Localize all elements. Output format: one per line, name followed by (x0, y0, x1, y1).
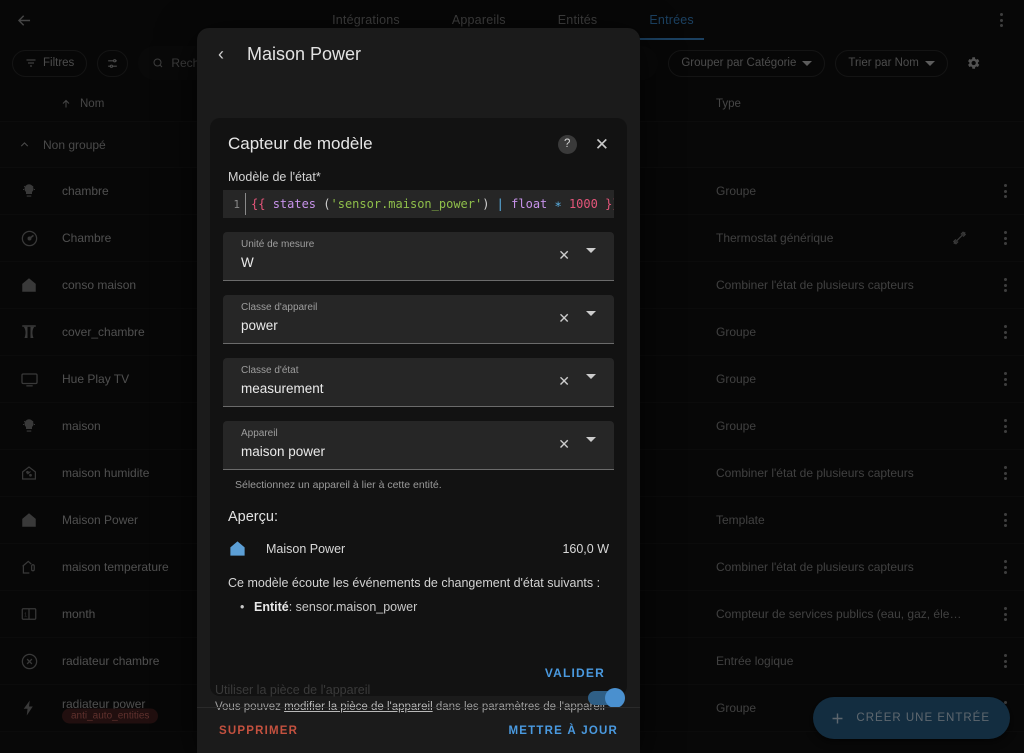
chevron-down-icon[interactable] (586, 311, 596, 334)
dialog-header: ‹ Maison Power (197, 28, 640, 80)
field-label: Unité de mesure (241, 239, 315, 250)
listen-entity-value: : sensor.maison_power (288, 600, 418, 614)
chevron-down-icon[interactable] (586, 437, 596, 460)
dialog-back-button[interactable]: ‹ (213, 45, 229, 63)
code-token: 'sensor.maison_power' (330, 197, 483, 211)
house-power-icon (228, 539, 254, 558)
code-line-number: 1 (223, 190, 245, 218)
device-field[interactable]: Appareil maison power ✕ (223, 421, 614, 470)
field-label: Classe d'état (241, 365, 299, 376)
use-device-room-label: Utiliser la pièce de l'appareil (215, 683, 371, 697)
field-value: measurement (241, 381, 324, 396)
field-value: W (241, 255, 254, 270)
field-label: Classe d'appareil (241, 302, 318, 313)
preview-entity-name: Maison Power (266, 541, 346, 556)
code-token: states (272, 197, 317, 211)
code-token: 1000 (568, 197, 598, 211)
app-root: Intégrations Appareils Entités Entrées F… (0, 0, 1024, 753)
code-token: float (511, 197, 548, 211)
update-button[interactable]: METTRE À JOUR (508, 725, 618, 737)
field-label: Appareil (241, 428, 278, 439)
code-token: {{ (251, 197, 266, 211)
code-token: }} (605, 197, 614, 211)
help-icon[interactable]: ? (557, 134, 577, 154)
unit-of-measurement-field[interactable]: Unité de mesure W ✕ (223, 232, 614, 281)
chevron-down-icon[interactable] (586, 248, 596, 271)
code-token: ( (316, 197, 331, 211)
field-value: maison power (241, 444, 326, 459)
state-class-field[interactable]: Classe d'état measurement ✕ (223, 358, 614, 407)
code-token: ∗ (547, 197, 569, 211)
code-token: | (489, 197, 512, 211)
chevron-down-icon[interactable] (586, 374, 596, 397)
delete-button[interactable]: SUPPRIMER (219, 725, 298, 737)
entity-settings-dialog: ‹ Maison Power Capteur de modèle ? ✕ Mod… (197, 28, 640, 753)
listen-entity-item: Entité: sensor.maison_power (240, 600, 627, 614)
toggle-knob (605, 688, 625, 708)
clear-icon[interactable]: ✕ (558, 437, 570, 451)
validate-row: VALIDER (545, 664, 605, 682)
card-title: Capteur de modèle (228, 134, 373, 153)
code-token: ) (482, 197, 490, 211)
card-header: Capteur de modèle ? ✕ (210, 118, 627, 154)
close-icon[interactable]: ✕ (595, 136, 609, 153)
clear-icon[interactable]: ✕ (558, 248, 570, 262)
code-line-content[interactable]: {{ states ('sensor.maison_power') | floa… (246, 190, 614, 218)
template-field-label: Modèle de l'état* (228, 170, 321, 184)
dialog-footer: SUPPRIMER METTRE À JOUR (197, 707, 640, 753)
preview-entity-row: Maison Power 160,0 W (228, 539, 609, 558)
dialog-title: Maison Power (247, 43, 362, 64)
template-sensor-card: Capteur de modèle ? ✕ Modèle de l'état* … (210, 118, 627, 696)
listen-entity-label: Entité (254, 600, 289, 614)
device-helper-text: Sélectionnez un appareil à lier à cette … (235, 479, 442, 491)
device-class-field[interactable]: Classe d'appareil power ✕ (223, 295, 614, 344)
listen-description: Ce modèle écoute les événements de chang… (228, 576, 601, 590)
validate-button[interactable]: VALIDER (545, 666, 605, 680)
clear-icon[interactable]: ✕ (558, 311, 570, 325)
template-code-editor[interactable]: 1 {{ states ('sensor.maison_power') | fl… (223, 190, 614, 218)
preview-entity-value: 160,0 W (562, 541, 609, 556)
clear-icon[interactable]: ✕ (558, 374, 570, 388)
field-value: power (241, 318, 278, 333)
use-device-room-toggle[interactable] (588, 688, 625, 708)
preview-title: Aperçu: (228, 509, 278, 525)
